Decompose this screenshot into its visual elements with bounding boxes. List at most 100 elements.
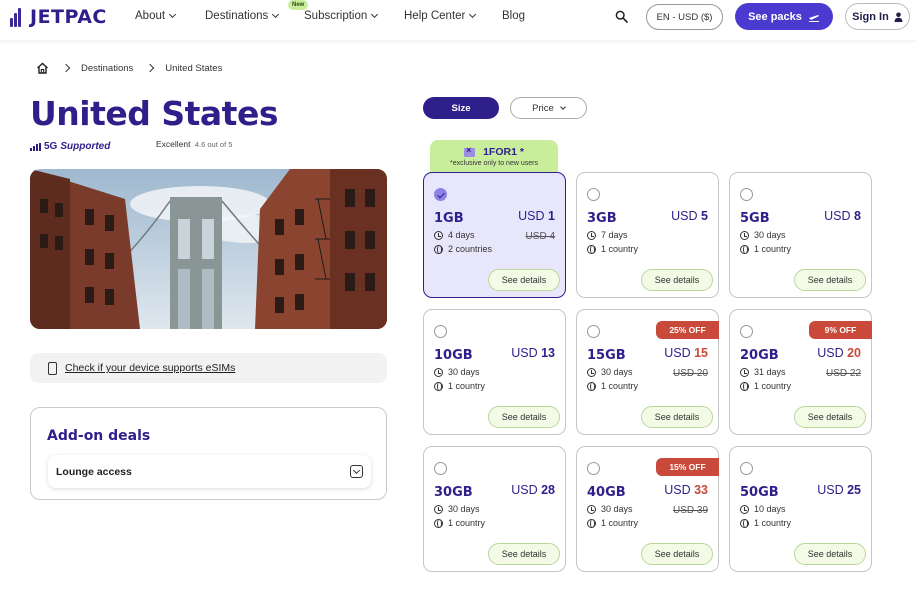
package-radio[interactable] (434, 325, 447, 338)
top-navigation-bar: JETPAC About Destinations New Subscripti… (0, 0, 916, 40)
package-price: USD 28 (511, 483, 555, 497)
see-details-button[interactable]: See details (641, 406, 713, 428)
package-old-price: USD 4 (525, 231, 555, 242)
package-card[interactable]: 50GB USD 25 10 days 1 country See detail… (729, 446, 872, 572)
package-price: USD 20 (817, 346, 861, 360)
discount-badge: 15% OFF (656, 458, 719, 476)
clock-icon (587, 367, 596, 377)
package-size: 30GB (434, 485, 473, 500)
package-radio[interactable] (587, 325, 600, 338)
clock-icon (740, 230, 749, 240)
globe-icon (740, 381, 749, 391)
language-currency-button[interactable]: EN - USD ($) (646, 4, 723, 30)
see-packs-button[interactable]: See packs (735, 3, 833, 30)
see-details-button[interactable]: See details (794, 269, 866, 291)
trustpilot-rating[interactable]: Excellent 4.6 out of 5 (156, 139, 232, 149)
lounge-access-dropdown[interactable]: Lounge access (48, 455, 371, 488)
package-radio[interactable] (434, 462, 447, 475)
addon-deals-panel: Add-on deals Lounge access (30, 407, 387, 500)
package-radio[interactable] (740, 188, 753, 201)
package-countries: 1 country (587, 518, 638, 528)
network-label: 5G (44, 141, 58, 152)
filter-size-button[interactable]: Size (423, 97, 499, 119)
package-size: 3GB (587, 211, 617, 226)
package-countries: 1 country (587, 381, 638, 391)
globe-icon (434, 244, 443, 254)
package-radio[interactable] (740, 325, 753, 338)
nav-subscription[interactable]: Subscription (304, 10, 379, 22)
see-details-button[interactable]: See details (641, 543, 713, 565)
promo-note: *exclusive only to new users (450, 160, 538, 167)
see-details-button[interactable]: See details (794, 406, 866, 428)
filter-price-button[interactable]: Price (510, 97, 587, 119)
nav-blog[interactable]: Blog (502, 10, 525, 22)
logo-text: JETPAC (30, 6, 107, 28)
chevron-down-icon (350, 465, 363, 478)
addon-deals-title: Add-on deals (47, 428, 151, 444)
clock-icon (434, 230, 443, 240)
see-details-button[interactable]: See details (641, 269, 713, 291)
package-card[interactable]: 25% OFF 15GB USD 15 USD 20 30 days 1 cou… (576, 309, 719, 435)
nav-subscription-label: Subscription (304, 10, 368, 22)
clock-icon (587, 504, 596, 514)
promo-banner: 1FOR1 * *exclusive only to new users (430, 140, 558, 174)
new-badge: New (288, 0, 309, 10)
chevron-right-icon (146, 63, 155, 73)
check-esim-compatibility[interactable]: Check if your device supports eSIMs (30, 353, 387, 383)
globe-icon (434, 381, 443, 391)
nav-destinations[interactable]: Destinations (205, 10, 280, 22)
search-icon[interactable] (615, 10, 628, 23)
package-radio[interactable] (587, 462, 600, 475)
discount-badge: 25% OFF (656, 321, 719, 339)
package-card[interactable]: 9% OFF 20GB USD 20 USD 22 31 days 1 coun… (729, 309, 872, 435)
package-card[interactable]: 10GB USD 13 30 days 1 country See detail… (423, 309, 566, 435)
clock-icon (434, 504, 443, 514)
package-card[interactable]: 1GB USD 1 USD 4 4 days 2 countries See d… (423, 172, 566, 298)
jetpac-logo[interactable]: JETPAC (10, 6, 107, 28)
breadcrumb-destinations[interactable]: Destinations (81, 63, 133, 74)
ticket-icon (464, 145, 476, 157)
home-icon[interactable] (36, 62, 49, 74)
package-size: 50GB (740, 485, 779, 500)
package-radio[interactable] (587, 188, 600, 201)
globe-icon (587, 381, 596, 391)
globe-icon (740, 518, 749, 528)
see-details-button[interactable]: See details (488, 406, 560, 428)
package-card[interactable]: 15% OFF 40GB USD 33 USD 39 30 days 1 cou… (576, 446, 719, 572)
see-details-button[interactable]: See details (488, 543, 560, 565)
package-duration: 7 days (587, 230, 628, 240)
globe-icon (587, 518, 596, 528)
breadcrumb: Destinations United States (36, 62, 222, 74)
package-duration: 30 days (740, 230, 786, 240)
package-countries: 1 country (434, 381, 485, 391)
package-card[interactable]: 5GB USD 8 30 days 1 country See details (729, 172, 872, 298)
chevron-down-icon (371, 10, 379, 19)
nav-about[interactable]: About (135, 10, 177, 22)
chevron-down-icon (272, 10, 280, 19)
package-card[interactable]: 3GB USD 5 7 days 1 country See details (576, 172, 719, 298)
package-radio[interactable] (434, 188, 447, 201)
sign-in-button[interactable]: Sign In (845, 3, 910, 30)
package-size: 15GB (587, 348, 626, 363)
package-price: USD 13 (511, 346, 555, 360)
sign-in-label: Sign In (852, 10, 889, 23)
package-price: USD 5 (671, 209, 708, 223)
rating-score: 4.6 out of 5 (194, 140, 233, 149)
check-esim-link[interactable]: Check if your device supports eSIMs (65, 362, 235, 374)
nav-destinations-label: Destinations (205, 10, 269, 22)
package-price: USD 25 (817, 483, 861, 497)
nav-about-label: About (135, 10, 166, 22)
package-price: USD 15 (664, 346, 708, 360)
package-old-price: USD 39 (672, 505, 708, 516)
package-radio[interactable] (740, 462, 753, 475)
nav-help-center[interactable]: Help Center (404, 10, 477, 22)
package-countries: 1 country (740, 381, 791, 391)
see-details-button[interactable]: See details (794, 543, 866, 565)
nav-blog-label: Blog (502, 10, 526, 22)
package-price: USD 33 (664, 483, 708, 497)
chevron-down-icon (559, 104, 566, 110)
see-details-button[interactable]: See details (488, 269, 560, 291)
package-card[interactable]: 30GB USD 28 30 days 1 country See detail… (423, 446, 566, 572)
package-duration: 10 days (740, 504, 786, 514)
logo-icon (10, 7, 26, 27)
